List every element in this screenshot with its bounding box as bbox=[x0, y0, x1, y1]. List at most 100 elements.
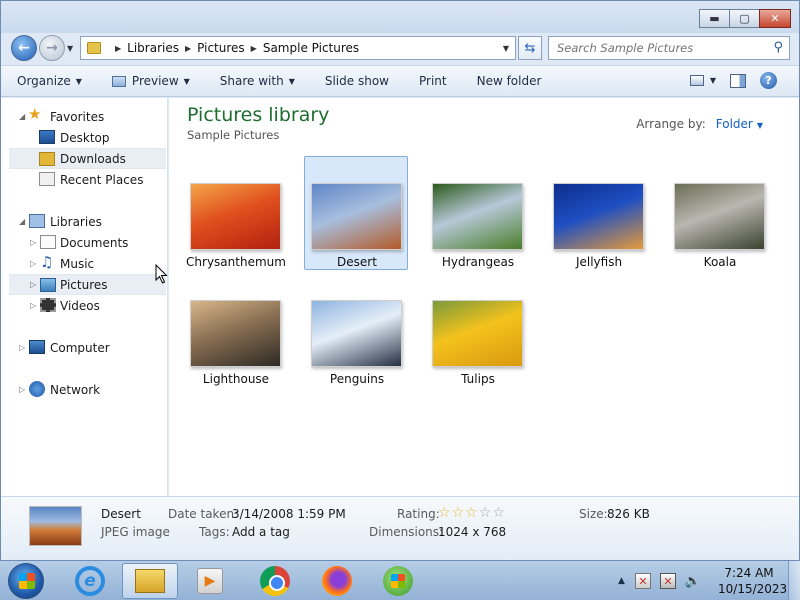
photo-thumbnail[interactable] bbox=[553, 183, 644, 250]
show-desktop-button[interactable] bbox=[788, 561, 800, 600]
photo-thumbnail[interactable] bbox=[432, 300, 523, 367]
nav-desktop[interactable]: Desktop bbox=[1, 127, 167, 148]
collapsed-arrow-icon[interactable]: ▷ bbox=[19, 343, 25, 352]
photo-thumbnail[interactable] bbox=[190, 300, 281, 367]
search-icon[interactable]: ⚲ bbox=[773, 40, 783, 55]
thumbnail-label: Jellyfish bbox=[575, 255, 623, 269]
system-clock[interactable]: 7:24 AM 10/15/2023 bbox=[718, 565, 787, 597]
organize-button[interactable]: Organize ▼ bbox=[17, 74, 82, 88]
size-label: Size: bbox=[579, 507, 608, 521]
volume-muted-icon[interactable]: 🔈 bbox=[685, 573, 701, 589]
new-folder-button[interactable]: New folder bbox=[477, 74, 542, 88]
star-icon[interactable]: ☆ bbox=[452, 505, 466, 521]
star-icon[interactable]: ☆ bbox=[465, 505, 479, 521]
chevron-right-icon[interactable]: ▶ bbox=[251, 44, 257, 53]
close-button[interactable]: ✕ bbox=[759, 9, 791, 28]
print-button[interactable]: Print bbox=[419, 74, 447, 88]
dimensions-value: 1024 x 768 bbox=[438, 525, 507, 539]
taskbar-media-player[interactable]: ▶ bbox=[182, 563, 238, 599]
nav-music[interactable]: ▷ ♫ Music bbox=[1, 253, 167, 274]
caret-down-icon[interactable]: ▼ bbox=[757, 121, 763, 130]
collapsed-arrow-icon[interactable]: ▷ bbox=[30, 259, 36, 268]
arrange-by-dropdown[interactable]: Folder bbox=[716, 117, 753, 131]
photo-thumbnail[interactable] bbox=[674, 183, 765, 250]
thumbnail-item[interactable]: Penguins bbox=[305, 274, 409, 388]
thumbnail-label: Penguins bbox=[329, 372, 385, 386]
thumbnail-item[interactable]: Lighthouse bbox=[184, 274, 288, 388]
thumbnail-item[interactable]: Chrysanthemum bbox=[184, 157, 288, 271]
thumbnail-item[interactable]: Koala bbox=[668, 157, 772, 271]
share-with-label: Share with bbox=[219, 74, 284, 88]
maximize-button[interactable]: ▢ bbox=[729, 9, 760, 28]
expand-arrow-icon[interactable]: ◢ bbox=[19, 112, 25, 121]
arrow-right-icon: → bbox=[46, 40, 58, 56]
chevron-right-icon[interactable]: ▶ bbox=[115, 44, 121, 53]
minimize-button[interactable]: ▬ bbox=[699, 9, 730, 28]
preview-button[interactable]: Preview ▼ bbox=[111, 74, 190, 88]
back-button[interactable]: ← bbox=[11, 35, 37, 61]
start-button[interactable] bbox=[8, 563, 44, 599]
nav-downloads[interactable]: Downloads bbox=[9, 148, 166, 169]
thumbnail-item[interactable]: Desert bbox=[304, 156, 408, 270]
photo-thumbnail[interactable] bbox=[190, 183, 281, 250]
address-dropdown-icon[interactable]: ▼ bbox=[503, 44, 509, 53]
internet-explorer-icon: e bbox=[75, 566, 105, 596]
taskbar-internet-explorer[interactable]: e bbox=[62, 563, 118, 599]
star-icon[interactable]: ☆ bbox=[479, 505, 493, 521]
network-status-icon[interactable]: ✕ bbox=[659, 573, 676, 589]
photo-thumbnail[interactable] bbox=[432, 183, 523, 250]
nav-documents-label: Documents bbox=[60, 235, 129, 250]
rating-stars[interactable]: ☆☆☆☆☆ bbox=[438, 505, 506, 521]
slide-show-button[interactable]: Slide show bbox=[325, 74, 389, 88]
date-taken-value[interactable]: 3/14/2008 1:59 PM bbox=[232, 507, 346, 521]
photo-thumbnail[interactable] bbox=[311, 300, 402, 367]
nav-favorites-label: Favorites bbox=[50, 109, 105, 124]
chevron-right-icon[interactable]: ▶ bbox=[185, 44, 191, 53]
breadcrumb-pictures[interactable]: Pictures bbox=[197, 41, 245, 55]
search-box[interactable]: ⚲ bbox=[548, 36, 790, 60]
collapsed-arrow-icon[interactable]: ▷ bbox=[30, 280, 36, 289]
thumbnail-item[interactable]: Hydrangeas bbox=[426, 157, 530, 271]
photo-thumbnail[interactable] bbox=[311, 183, 402, 250]
expand-arrow-icon[interactable]: ◢ bbox=[19, 217, 25, 226]
collapsed-arrow-icon[interactable]: ▷ bbox=[19, 385, 25, 394]
star-icon[interactable]: ☆ bbox=[492, 505, 506, 521]
star-icon[interactable]: ☆ bbox=[438, 505, 452, 521]
address-bar[interactable]: ▶ Libraries ▶ Pictures ▶ Sample Pictures… bbox=[80, 36, 516, 60]
help-icon[interactable]: ? bbox=[760, 72, 777, 89]
collapsed-arrow-icon[interactable]: ▷ bbox=[30, 238, 36, 247]
chrome-icon bbox=[260, 566, 290, 596]
refresh-button[interactable]: ⇆ bbox=[518, 36, 542, 60]
nav-documents[interactable]: ▷ Documents bbox=[1, 232, 167, 253]
breadcrumb-sample-pictures[interactable]: Sample Pictures bbox=[263, 41, 359, 55]
nav-computer[interactable]: ▷ Computer bbox=[1, 337, 167, 358]
taskbar-windows-explorer[interactable] bbox=[122, 563, 178, 599]
nav-network-label: Network bbox=[50, 382, 101, 397]
add-tag-field[interactable]: Add a tag bbox=[232, 525, 290, 539]
forward-button[interactable]: → bbox=[39, 35, 65, 61]
arrange-by: Arrange by: Folder ▼ bbox=[636, 117, 763, 131]
nav-recent-places[interactable]: Recent Places bbox=[1, 169, 167, 190]
search-input[interactable] bbox=[557, 41, 762, 55]
action-center-flag-icon[interactable]: ✕ bbox=[634, 573, 651, 589]
nav-pictures[interactable]: ▷ Pictures bbox=[9, 274, 166, 295]
show-hidden-icons-arrow[interactable]: ▲ bbox=[618, 576, 625, 586]
thumbnail-item[interactable]: Tulips bbox=[426, 274, 530, 388]
share-with-button[interactable]: Share with ▼ bbox=[220, 74, 295, 88]
nav-downloads-label: Downloads bbox=[60, 151, 126, 166]
view-options-dropdown-icon[interactable]: ▼ bbox=[710, 76, 716, 85]
taskbar-windows-update[interactable] bbox=[370, 563, 426, 599]
nav-videos[interactable]: ▷ Videos bbox=[1, 295, 167, 316]
preview-pane-icon[interactable] bbox=[730, 73, 746, 88]
breadcrumb-libraries[interactable]: Libraries bbox=[127, 41, 179, 55]
nav-network[interactable]: ▷ Network bbox=[1, 379, 167, 400]
nav-libraries[interactable]: ◢ Libraries bbox=[1, 211, 167, 232]
taskbar-chrome[interactable] bbox=[247, 563, 303, 599]
thumbnail-item[interactable]: Jellyfish bbox=[547, 157, 651, 271]
libraries-icon bbox=[29, 214, 45, 228]
nav-favorites[interactable]: ◢ ★ Favorites bbox=[1, 106, 167, 127]
taskbar-firefox[interactable] bbox=[309, 563, 365, 599]
change-view-icon[interactable] bbox=[689, 75, 704, 86]
collapsed-arrow-icon[interactable]: ▷ bbox=[30, 301, 36, 310]
recent-pages-dropdown[interactable]: ▼ bbox=[67, 44, 73, 53]
